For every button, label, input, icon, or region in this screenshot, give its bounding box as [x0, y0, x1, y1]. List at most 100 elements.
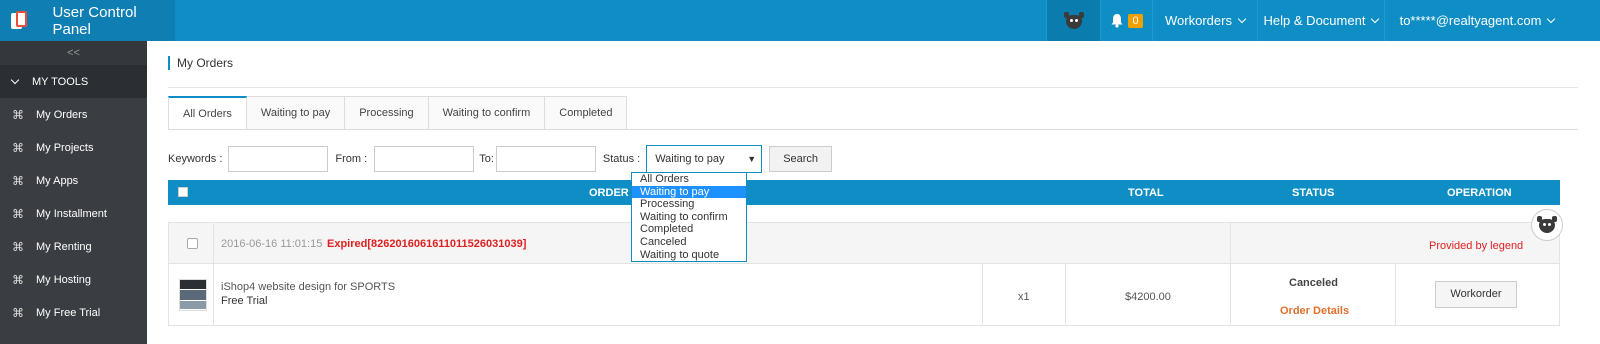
tab-all-orders[interactable]: All Orders	[168, 96, 247, 130]
cow-avatar-icon	[1063, 11, 1085, 30]
order-details-link[interactable]: Order Details	[1280, 305, 1349, 317]
section-label: MY TOOLS	[32, 75, 89, 88]
collapse-sidebar-button[interactable]: <<	[0, 41, 147, 65]
sidebar-item-my-apps[interactable]: ⌘ My Apps	[0, 164, 147, 197]
sidebar-item-label: My Hosting	[36, 273, 92, 286]
cow-avatar-icon	[1536, 216, 1558, 234]
to-date-input[interactable]	[495, 146, 596, 172]
bell-icon	[1111, 14, 1123, 28]
sidebar-item-my-renting[interactable]: ⌘ My Renting	[0, 230, 147, 263]
divider	[1395, 264, 1396, 325]
command-icon: ⌘	[12, 272, 24, 287]
provided-by: Provided by legend	[1429, 240, 1524, 252]
main-content: My Orders All Orders Waiting to pay Proc…	[147, 41, 1600, 344]
from-date-input[interactable]	[374, 146, 475, 172]
divider	[168, 87, 1578, 88]
tab-processing[interactable]: Processing	[345, 96, 429, 130]
command-icon: ⌘	[12, 206, 24, 221]
divider	[213, 264, 214, 325]
status-option[interactable]: Waiting to confirm	[632, 211, 746, 224]
sidebar-item-my-free-trial[interactable]: ⌘ My Free Trial	[0, 296, 147, 329]
divider	[168, 129, 1578, 130]
account-menu[interactable]: to*****@realtyagent.com	[1384, 0, 1569, 41]
workorder-button[interactable]: Workorder	[1435, 281, 1517, 308]
sidebar-item-label: My Projects	[36, 141, 94, 154]
tab-waiting-to-confirm[interactable]: Waiting to confirm	[428, 96, 546, 130]
command-icon: ⌘	[12, 173, 24, 188]
status-option[interactable]: All Orders	[632, 173, 746, 186]
sidebar-item-label: My Orders	[36, 108, 88, 121]
sidebar-item-label: My Apps	[36, 174, 79, 187]
status-label: Status :	[602, 153, 641, 165]
brand[interactable]: User Control Panel	[0, 0, 175, 41]
table-header: ORDER I TOTAL STATUS OPERATION	[168, 180, 1560, 205]
status-select[interactable]: Waiting to pay ▼	[646, 145, 763, 173]
divider	[1230, 264, 1231, 325]
order-checkbox[interactable]	[187, 238, 198, 249]
help-document-menu[interactable]: Help & Document	[1257, 0, 1384, 41]
sidebar-item-label: My Installment	[36, 207, 107, 220]
order-total: $4200.00	[1125, 291, 1171, 303]
command-icon: ⌘	[12, 140, 24, 155]
product-thumbnail	[179, 279, 207, 311]
notifications-button[interactable]: 0	[1100, 0, 1152, 41]
sidebar-item-my-installment[interactable]: ⌘ My Installment	[0, 197, 147, 230]
help-label: Help & Document	[1263, 13, 1366, 28]
sidebar-item-my-projects[interactable]: ⌘ My Projects	[0, 131, 147, 164]
order-expired-id: Expired[826201606161101152603103​9]	[327, 238, 527, 250]
sidebar-item-label: My Free Trial	[36, 306, 101, 319]
chevron-down-icon	[1237, 14, 1247, 23]
order-date: 2016-06-16 11:01:15	[221, 238, 323, 250]
notification-badge: 0	[1128, 13, 1143, 28]
order-status: Canceled	[1289, 277, 1338, 289]
to-label: To:	[479, 153, 494, 165]
status-option[interactable]: Completed	[632, 223, 746, 236]
keywords-input[interactable]	[228, 146, 329, 172]
divider	[982, 264, 983, 325]
product-quantity: x1	[1018, 291, 1030, 303]
support-chat-button[interactable]	[1531, 209, 1563, 241]
app-title: User Control Panel	[52, 3, 137, 38]
filter-bar: Keywords : From : To: Status : Waiting t…	[168, 145, 833, 173]
user-avatar[interactable]	[1046, 0, 1100, 41]
chevron-down-icon	[10, 75, 20, 84]
status-dropdown-list: All Orders Waiting to pay Processing Wai…	[631, 172, 747, 262]
order-header-row: 2016-06-16 11:01:15 Expired[826201606161…	[168, 222, 1560, 264]
keywords-label: Keywords :	[168, 153, 223, 165]
status-option[interactable]: Canceled	[632, 236, 746, 249]
tab-completed[interactable]: Completed	[545, 96, 628, 130]
my-tools-section[interactable]: MY TOOLS	[0, 65, 147, 98]
column-header-total: TOTAL	[1128, 187, 1164, 199]
from-label: From :	[335, 153, 368, 165]
status-option[interactable]: Waiting to quote	[632, 249, 746, 262]
chevron-down-icon	[1371, 14, 1380, 23]
caret-down-icon: ▼	[747, 154, 757, 164]
divider	[1230, 223, 1231, 264]
top-bar: User Control Panel 0 Workorders Help & D…	[0, 0, 1600, 41]
sidebar: << MY TOOLS ⌘ My Orders ⌘ My Projects ⌘ …	[0, 41, 147, 344]
chevron-down-icon	[1547, 14, 1556, 23]
command-icon: ⌘	[12, 305, 24, 320]
divider	[1065, 264, 1066, 325]
account-label: to*****@realtyagent.com	[1399, 13, 1542, 28]
page-title: My Orders	[168, 56, 233, 70]
column-header-operation: OPERATION	[1447, 187, 1512, 199]
status-option-selected[interactable]: Waiting to pay	[632, 185, 746, 199]
column-header-status: STATUS	[1292, 187, 1335, 199]
workorders-label: Workorders	[1165, 13, 1232, 28]
command-icon: ⌘	[12, 239, 24, 254]
select-all-checkbox[interactable]	[178, 187, 188, 197]
product-name[interactable]: iShop4 website design for SPORTS	[221, 281, 395, 293]
status-select-value: Waiting to pay	[655, 153, 725, 165]
table-row: iShop4 website design for SPORTS Free Tr…	[168, 263, 1560, 326]
tab-waiting-to-pay[interactable]: Waiting to pay	[246, 96, 346, 130]
logo-icon	[11, 10, 27, 31]
order-tabs: All Orders Waiting to pay Processing Wai…	[168, 96, 628, 130]
status-option[interactable]: Processing	[632, 198, 746, 211]
column-header-order: ORDER I	[589, 187, 635, 199]
sidebar-item-my-hosting[interactable]: ⌘ My Hosting	[0, 263, 147, 296]
sidebar-item-my-orders[interactable]: ⌘ My Orders	[0, 98, 147, 131]
command-icon: ⌘	[12, 107, 24, 122]
search-button[interactable]: Search	[769, 146, 833, 172]
workorders-menu[interactable]: Workorders	[1152, 0, 1257, 41]
